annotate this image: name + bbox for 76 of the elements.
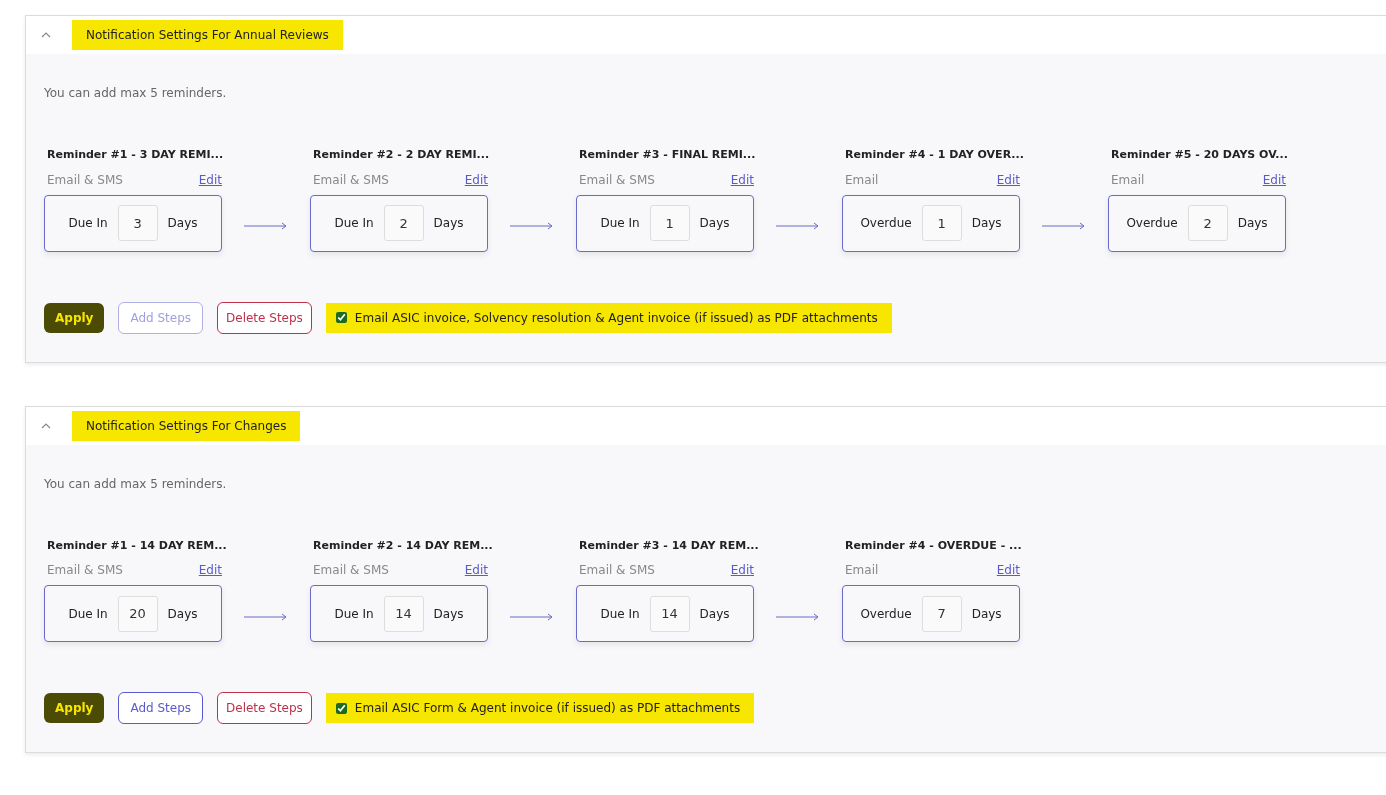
- channel-label: Email: [845, 562, 879, 579]
- reminder-title: Reminder #3 - FINAL REMI...: [579, 147, 756, 163]
- attachment-checkbox[interactable]: [335, 702, 347, 714]
- arrow-icon: [510, 612, 554, 621]
- reminder-title: Reminder #1 - 3 DAY REMI...: [47, 147, 224, 163]
- arrow-icon: [776, 222, 820, 230]
- edit-link[interactable]: Edit: [730, 170, 754, 189]
- days-input[interactable]: 1: [649, 205, 690, 241]
- channel-label: Email: [1111, 171, 1145, 189]
- days-label: Days: [1237, 215, 1268, 232]
- arrow-icon: [510, 222, 554, 230]
- apply-button[interactable]: Apply: [44, 693, 105, 723]
- timing-label: Due In: [334, 605, 374, 623]
- days-input[interactable]: 7: [921, 595, 962, 632]
- attachment-checkbox[interactable]: [335, 312, 347, 323]
- channel-label: Email & SMS: [313, 171, 389, 189]
- days-label: Days: [971, 215, 1002, 232]
- arrow-icon: [1042, 222, 1086, 230]
- timing-label: Due In: [600, 215, 640, 232]
- arrow-icon: [776, 612, 820, 621]
- reminder-limit-note: You can add max 5 reminders.: [44, 475, 228, 493]
- edit-link[interactable]: Edit: [996, 170, 1020, 189]
- chevron-up-icon[interactable]: [40, 421, 52, 430]
- apply-button[interactable]: Apply: [44, 302, 105, 333]
- delete-steps-button[interactable]: Delete Steps: [217, 301, 312, 334]
- timing-label: Overdue: [860, 605, 912, 623]
- days-label: Days: [433, 215, 464, 232]
- arrow-icon: [244, 612, 288, 621]
- add-steps-button[interactable]: Add Steps: [118, 692, 204, 724]
- reminder-title: Reminder #5 - 20 DAYS OV...: [1111, 147, 1288, 163]
- channel-label: Email & SMS: [313, 562, 389, 579]
- days-label: Days: [699, 605, 730, 623]
- reminder-title: Reminder #4 - 1 DAY OVER...: [845, 147, 1024, 163]
- timing-label: Due In: [68, 605, 108, 623]
- days-input[interactable]: 20: [117, 595, 158, 632]
- edit-link[interactable]: Edit: [730, 561, 754, 579]
- panel-title: Notification Settings For Annual Reviews: [72, 20, 343, 50]
- reminder-limit-note: You can add max 5 reminders.: [44, 85, 228, 102]
- channel-label: Email & SMS: [47, 171, 123, 189]
- edit-link[interactable]: Edit: [198, 170, 222, 189]
- timing-label: Overdue: [860, 215, 912, 232]
- edit-link[interactable]: Edit: [464, 561, 488, 579]
- days-input[interactable]: 2: [1187, 205, 1228, 241]
- timing-label: Overdue: [1126, 215, 1178, 232]
- timing-label: Due In: [600, 605, 640, 623]
- reminder-title: Reminder #2 - 2 DAY REMI...: [313, 147, 490, 163]
- channel-label: Email: [845, 171, 879, 189]
- days-label: Days: [699, 215, 730, 232]
- timing-label: Due In: [68, 215, 108, 232]
- days-input[interactable]: 14: [383, 595, 424, 632]
- delete-steps-button[interactable]: Delete Steps: [217, 692, 312, 724]
- edit-link[interactable]: Edit: [996, 561, 1020, 579]
- days-label: Days: [971, 605, 1002, 623]
- panel-title: Notification Settings For Changes: [72, 410, 301, 441]
- days-input[interactable]: 2: [383, 205, 424, 241]
- days-label: Days: [167, 605, 198, 623]
- attachment-label: Email ASIC Form & Agent invoice (if issued) as PDF attachments: [354, 700, 741, 717]
- reminder-title: Reminder #4 - OVERDUE - ...: [845, 537, 1022, 554]
- attachment-label: Email ASIC invoice, Solvency resolution & Agent invoice (if issued) as PDF attachments: [354, 309, 878, 327]
- days-label: Days: [433, 605, 464, 623]
- days-input[interactable]: 14: [649, 595, 690, 632]
- days-input[interactable]: 1: [921, 205, 962, 241]
- reminder-title: Reminder #3 - 14 DAY REM...: [579, 537, 759, 554]
- days-input[interactable]: 3: [117, 205, 158, 241]
- chevron-up-icon[interactable]: [40, 31, 52, 39]
- days-label: Days: [167, 215, 198, 232]
- reminder-title: Reminder #2 - 14 DAY REM...: [313, 537, 493, 554]
- arrow-icon: [244, 222, 288, 230]
- edit-link[interactable]: Edit: [1262, 170, 1286, 189]
- edit-link[interactable]: Edit: [198, 561, 222, 579]
- channel-label: Email & SMS: [579, 562, 655, 579]
- reminder-title: Reminder #1 - 14 DAY REM...: [47, 537, 227, 554]
- edit-link[interactable]: Edit: [464, 170, 488, 189]
- channel-label: Email & SMS: [47, 562, 123, 579]
- channel-label: Email & SMS: [579, 171, 655, 189]
- timing-label: Due In: [334, 215, 374, 232]
